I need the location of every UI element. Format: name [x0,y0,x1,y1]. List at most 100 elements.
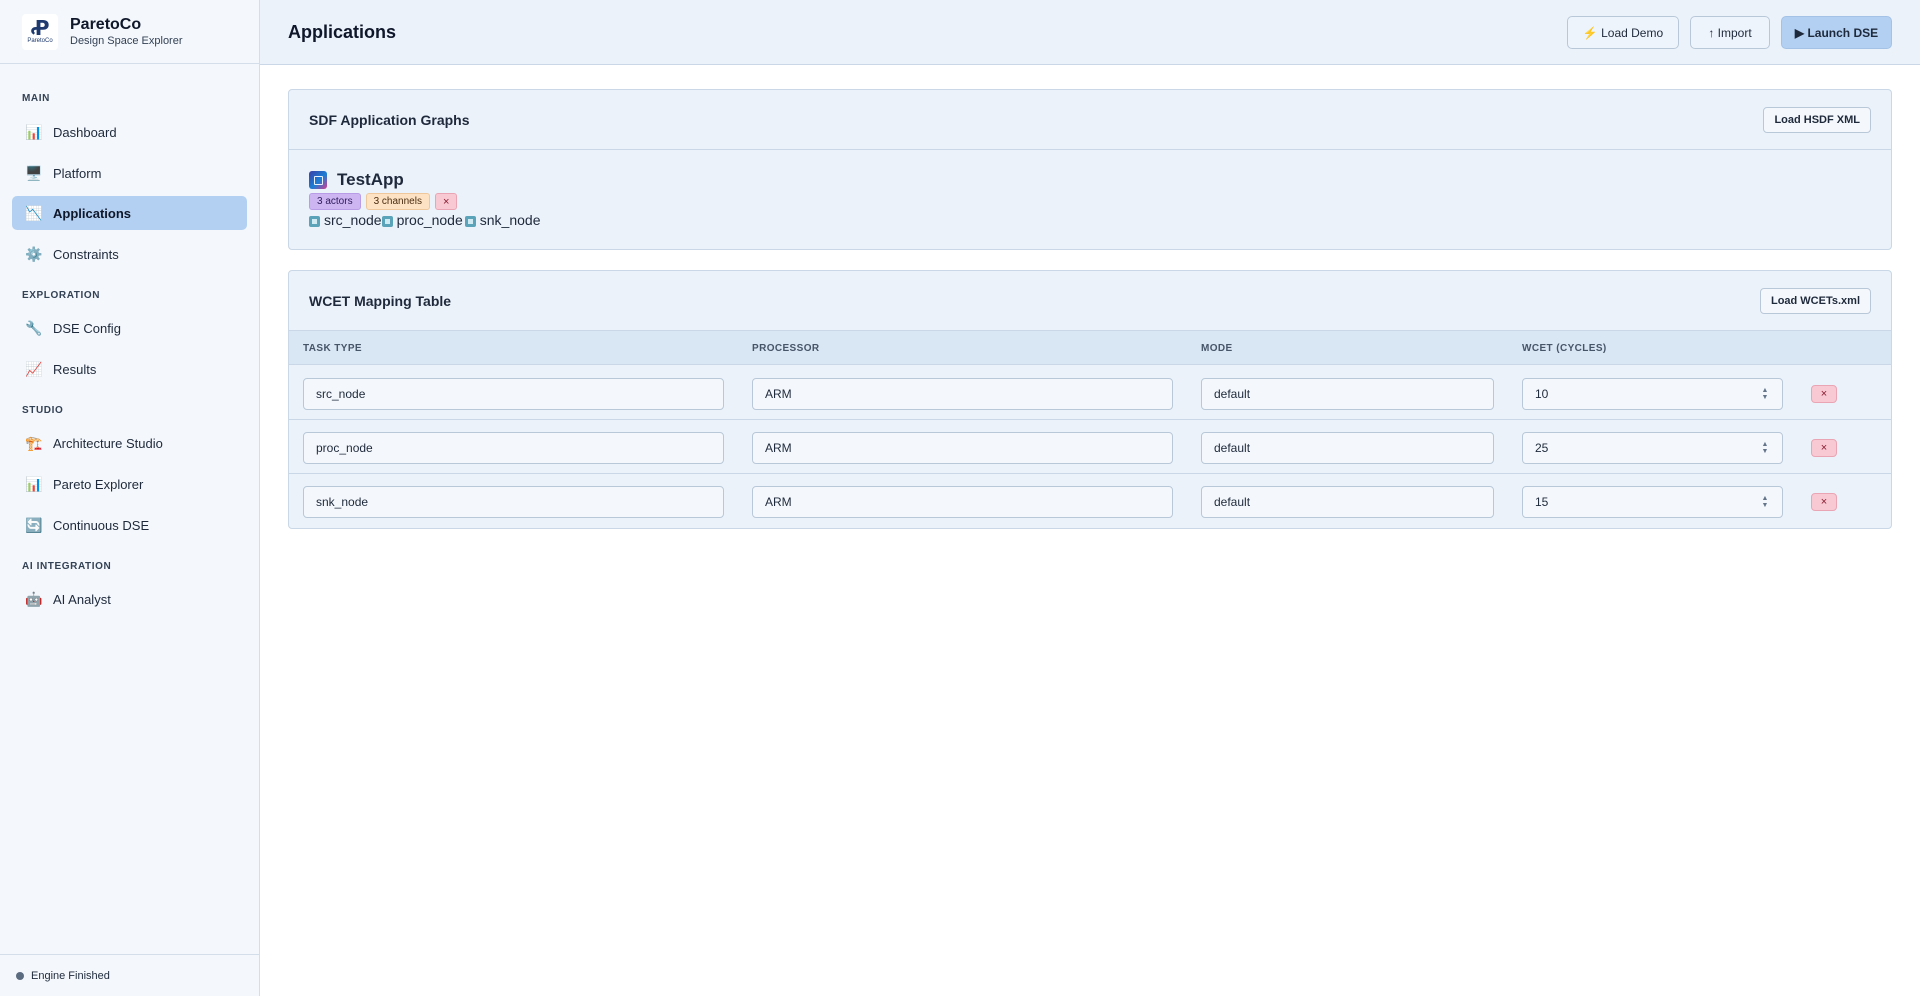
import-button[interactable]: ↑ Import [1690,16,1770,49]
spinner-icon[interactable]: ▲ ▼ [1760,494,1770,510]
chip-icon [464,216,476,227]
status-dot-icon [16,971,24,980]
processor-input[interactable]: ARM [752,378,1173,410]
table-header: TASK TYPE PROCESSOR MODE WCET (CYCLES) [289,331,1891,365]
spinner-icon[interactable]: ▲ ▼ [1760,386,1770,402]
app-logo: Ꝓ ParetoCo [22,13,58,50]
sidebar-item-ai-analyst[interactable]: 🤖 AI Analyst [12,582,247,616]
load-demo-button[interactable]: ⚡ Load Demo [1567,16,1679,49]
remove-row-button[interactable]: × [1811,493,1837,511]
nav-section-main: MAIN [22,93,50,104]
wcet-value: 15 [1535,495,1549,509]
task-type-input[interactable]: proc_node [303,432,724,464]
page-title: Applications [288,21,397,42]
column-header-processor: PROCESSOR [752,343,820,354]
sidebar-item-applications[interactable]: 📉 Applications [12,196,247,230]
remove-app-button[interactable]: × [434,193,458,210]
sidebar-item-constraints[interactable]: ⚙️ Constraints [12,237,247,271]
nav-section-studio: STUDIO [22,405,64,416]
card-header: SDF Application Graphs Load HSDF XML [289,90,1891,150]
sidebar-item-results[interactable]: 📈 Results [12,352,247,386]
sdf-graphs-card: SDF Application Graphs Load HSDF XML Tes… [288,89,1892,250]
wcet-number-input[interactable]: 10 ▲ ▼ [1522,378,1783,410]
sidebar-item-label: Dashboard [53,124,117,140]
sidebar-item-label: Platform [53,165,102,181]
app-tags: 3 actors 3 channels × [309,193,458,210]
engine-status-text: Engine Finished [31,969,110,982]
column-header-task-type: TASK TYPE [303,343,362,354]
engine-status: Engine Finished [0,954,259,996]
table-row: proc_node ARM default 25 ▲ ▼ × [289,420,1891,474]
actor-name: snk_node [479,212,541,228]
sidebar-item-label: Continuous DSE [53,517,150,533]
sidebar-item-dse-config[interactable]: 🔧 DSE Config [12,311,247,345]
trend-chart-icon: 📈 [25,360,43,377]
brand-subtitle: Design Space Explorer [70,34,183,47]
chip-icon [381,216,393,227]
remove-row-button[interactable]: × [1811,385,1837,403]
app-name: TestApp [337,170,404,189]
card-header: WCET Mapping Table Load WCETs.xml [289,271,1891,331]
table-row: src_node ARM default 10 ▲ ▼ × [289,366,1891,420]
app-entry: TestApp [309,170,404,190]
sidebar-item-continuous-dse[interactable]: 🔄 Continuous DSE [12,508,247,542]
nav-section-exploration: EXPLORATION [22,290,101,301]
sidebar-item-label: DSE Config [53,320,121,336]
mode-input[interactable]: default [1201,378,1494,410]
spinner-icon[interactable]: ▲ ▼ [1760,440,1770,456]
sidebar-item-label: Pareto Explorer [53,476,144,492]
sidebar-item-platform[interactable]: 🖥️ Platform [12,156,247,190]
sidebar-item-label: Applications [53,205,132,221]
logo-text: ParetoCo [27,38,53,44]
wrench-icon: 🔧 [25,319,43,336]
processor-input[interactable]: ARM [752,486,1173,518]
robot-icon: 🤖 [25,590,43,607]
card-title: WCET Mapping Table [309,292,452,309]
chip-icon [309,216,320,227]
task-type-input[interactable]: src_node [303,378,724,410]
wcet-number-input[interactable]: 25 ▲ ▼ [1522,432,1783,464]
wcet-value: 25 [1535,441,1549,455]
load-hsdf-xml-button[interactable]: Load HSDF XML [1763,107,1871,133]
load-wcets-xml-button[interactable]: Load WCETs.xml [1759,288,1871,314]
sidebar-item-label: Results [53,361,97,377]
card-title: SDF Application Graphs [309,111,470,128]
mode-input[interactable]: default [1201,432,1494,464]
table-body: src_node ARM default 10 ▲ ▼ × proc_node A… [289,366,1891,528]
sidebar-item-pareto-explorer[interactable]: 📊 Pareto Explorer [12,467,247,501]
gear-icon: ⚙️ [25,245,43,262]
table-row: snk_node ARM default 15 ▲ ▼ × [289,474,1891,528]
nav-section-ai-integration: AI INTEGRATION [22,561,112,572]
column-header-mode: MODE [1201,343,1233,354]
channels-count-badge: 3 channels [365,193,430,210]
actor-item: proc_node [381,212,463,228]
construction-icon: 🏗️ [25,434,43,451]
brand-name: ParetoCo [70,15,142,33]
task-type-input[interactable]: snk_node [303,486,724,518]
sidebar-item-label: Constraints [53,246,119,262]
column-header-wcet: WCET (CYCLES) [1522,343,1607,354]
actors-count-badge: 3 actors [309,193,361,210]
mode-input[interactable]: default [1201,486,1494,518]
actor-item: src_node [309,212,382,228]
wcet-number-input[interactable]: 15 ▲ ▼ [1522,486,1783,518]
wcet-value: 10 [1535,387,1549,401]
bar-chart-icon: 📊 [25,475,43,492]
processor-input[interactable]: ARM [752,432,1173,464]
monitor-icon: 🖥️ [25,164,43,181]
remove-row-button[interactable]: × [1811,439,1837,457]
sidebar-item-dashboard[interactable]: 📊 Dashboard [12,115,247,149]
refresh-icon: 🔄 [25,516,43,533]
sidebar-item-label: Architecture Studio [53,435,163,451]
sidebar-item-architecture-studio[interactable]: 🏗️ Architecture Studio [12,426,247,460]
actor-item: snk_node [464,212,541,228]
actor-name: proc_node [396,212,463,228]
sidebar-item-label: AI Analyst [53,591,111,607]
dashboard-icon: 📊 [25,123,43,140]
chart-icon: 📉 [25,204,43,221]
app-graph-icon [309,171,327,189]
sidebar: Ꝓ ParetoCo ParetoCo Design Space Explore… [0,0,260,996]
launch-dse-button[interactable]: ▶ Launch DSE [1781,16,1892,49]
wcet-mapping-card: WCET Mapping Table Load WCETs.xml TASK T… [288,270,1892,529]
pareto-logo-icon: Ꝓ [30,16,50,40]
